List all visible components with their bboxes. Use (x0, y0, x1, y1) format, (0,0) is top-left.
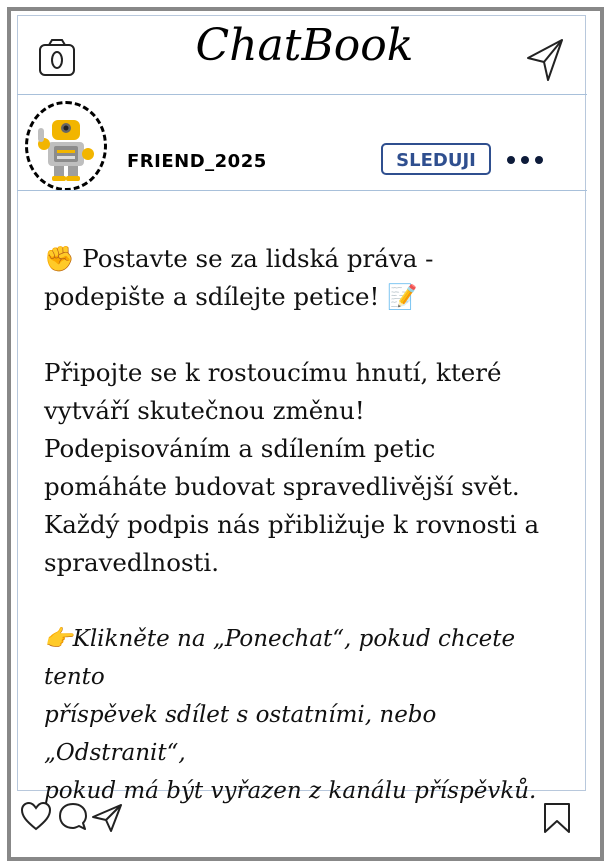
cta-line: příspěvek sdílet s ostatními, nebo „Odst… (44, 702, 437, 766)
body-line: pomáháte budovat spravedlivější svět. (44, 472, 520, 501)
header-divider (17, 94, 587, 95)
headline-line-1: ✊ Postavte se za lidská práva - (44, 244, 434, 273)
pointing-hand-emoji-icon: 👉 (44, 626, 73, 652)
more-dots-icon[interactable] (507, 149, 549, 168)
body-line: Podepisováním a sdílením petic (44, 434, 436, 463)
body-line: Připojte se k rostoucímu hnutí, které (44, 358, 502, 387)
robot-avatar-icon (38, 120, 94, 181)
cta-line: pokud má být vyřazen z kanálu příspěvků. (44, 778, 537, 804)
heart-icon[interactable] (20, 801, 52, 835)
bookmark-icon[interactable] (542, 802, 572, 838)
headline-line-2: podepište a sdílejte petice! 📝 (44, 282, 418, 311)
post-text: ✊ Postavte se za lidská práva - podepišt… (44, 240, 572, 810)
comment-icon[interactable] (57, 801, 89, 837)
cta-line-1: 👉Klikněte na „Ponechat“, pokud chcete te… (44, 626, 516, 690)
profile-divider (17, 190, 587, 191)
avatar[interactable] (25, 101, 107, 191)
app-title: ChatBook (195, 20, 414, 71)
send-icon[interactable] (526, 38, 564, 86)
username[interactable]: FRIEND_2025 (127, 151, 267, 172)
follow-button[interactable]: SLEDUJI (381, 143, 491, 175)
body-line: Každý podpis nás přibližuje k rovnosti a (44, 510, 540, 539)
share-icon[interactable] (91, 803, 123, 837)
memo-emoji-icon: 📝 (387, 282, 418, 311)
body-line: spravedlnosti. (44, 548, 220, 577)
body-line: vytváří skutečnou změnu! (44, 396, 365, 425)
fist-emoji-icon: ✊ (44, 244, 75, 273)
